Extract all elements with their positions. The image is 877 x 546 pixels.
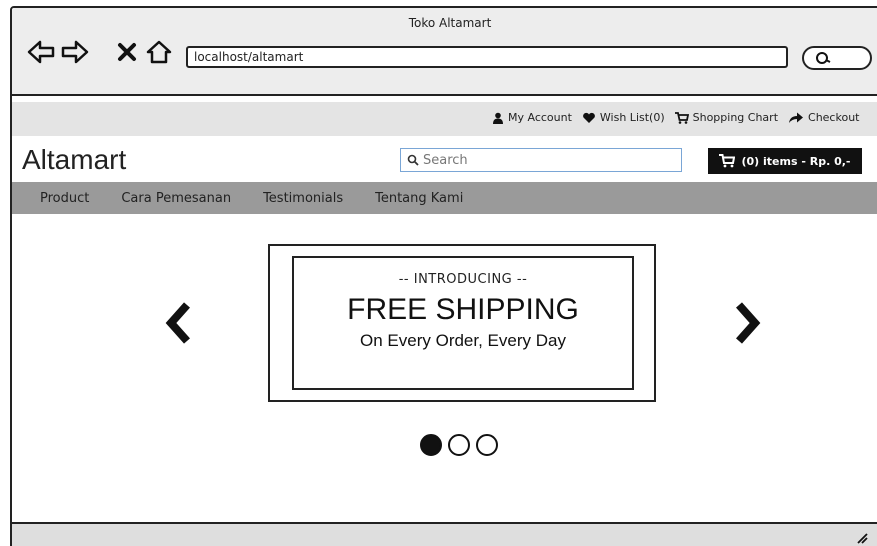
- menu-item-product[interactable]: Product: [40, 191, 89, 206]
- wish-list-label: Wish List(0): [599, 111, 665, 124]
- browser-titlebar: Toko Altamart localhost/altamart: [12, 8, 877, 96]
- slide-title: FREE SHIPPING: [347, 293, 579, 326]
- my-account-label: My Account: [508, 111, 572, 124]
- site-logo[interactable]: Altamart: [22, 144, 126, 176]
- slide-kicker: -- INTRODUCING --: [398, 272, 528, 287]
- share-arrow-icon: [789, 112, 804, 123]
- checkout-link[interactable]: Checkout: [788, 111, 859, 124]
- account-topbar: My Account Wish List(0) Shopping Chart C…: [12, 102, 877, 136]
- my-account-link[interactable]: My Account: [492, 111, 572, 124]
- forward-button[interactable]: [60, 38, 90, 66]
- carousel-next-button[interactable]: [728, 298, 768, 348]
- slide-subtitle: On Every Order, Every Day: [360, 331, 566, 350]
- carousel-slide[interactable]: -- INTRODUCING -- FREE SHIPPING On Every…: [268, 244, 656, 402]
- chevron-left-icon: [165, 302, 190, 344]
- arrow-right-outline-icon: [61, 40, 89, 64]
- back-button[interactable]: [26, 38, 56, 66]
- carousel-dot[interactable]: [420, 434, 442, 456]
- stop-button[interactable]: [112, 38, 142, 66]
- search-icon: [816, 52, 831, 64]
- menu-item-tentang-kami[interactable]: Tentang Kami: [375, 191, 463, 206]
- heart-icon: [583, 112, 595, 123]
- wish-list-link[interactable]: Wish List(0): [582, 111, 665, 124]
- cart-icon: [719, 154, 736, 168]
- arrow-left-outline-icon: [27, 40, 55, 64]
- carousel-dot[interactable]: [448, 434, 470, 456]
- shopping-chart-label: Shopping Chart: [692, 111, 779, 124]
- browser-search-button[interactable]: [802, 46, 872, 70]
- browser-status-bar: [12, 522, 877, 546]
- site-search-input[interactable]: [423, 152, 673, 168]
- home-outline-icon: [146, 40, 172, 64]
- search-icon: [407, 154, 419, 166]
- browser-window: Toko Altamart localhost/altamart My Acco…: [10, 6, 877, 546]
- carousel-dot[interactable]: [476, 434, 498, 456]
- address-bar[interactable]: localhost/altamart: [186, 46, 788, 68]
- top-links: My Account Wish List(0) Shopping Chart C…: [492, 111, 859, 124]
- site-search: [400, 148, 682, 172]
- close-icon: [118, 43, 136, 61]
- user-icon: [493, 112, 503, 124]
- resize-grip-icon[interactable]: [856, 532, 868, 544]
- menu-item-cara-pemesanan[interactable]: Cara Pemesanan: [121, 191, 231, 206]
- cart-button[interactable]: (0) items - Rp. 0,-: [708, 148, 862, 174]
- chevron-right-icon: [736, 302, 761, 344]
- checkout-label: Checkout: [808, 111, 860, 124]
- main-menu: Product Cara Pemesanan Testimonials Tent…: [12, 182, 877, 214]
- carousel-prev-button[interactable]: [158, 298, 198, 348]
- home-button[interactable]: [144, 38, 174, 66]
- shopping-chart-link[interactable]: Shopping Chart: [674, 111, 779, 124]
- slide-banner: -- INTRODUCING -- FREE SHIPPING On Every…: [292, 256, 634, 390]
- carousel-indicators: [420, 434, 498, 456]
- window-title: Toko Altamart: [408, 16, 492, 30]
- cart-icon: [674, 111, 689, 124]
- menu-item-testimonials[interactable]: Testimonials: [263, 191, 343, 206]
- cart-button-label: (0) items - Rp. 0,-: [741, 154, 851, 168]
- site-header: Altamart (0) items - Rp. 0,-: [12, 136, 877, 182]
